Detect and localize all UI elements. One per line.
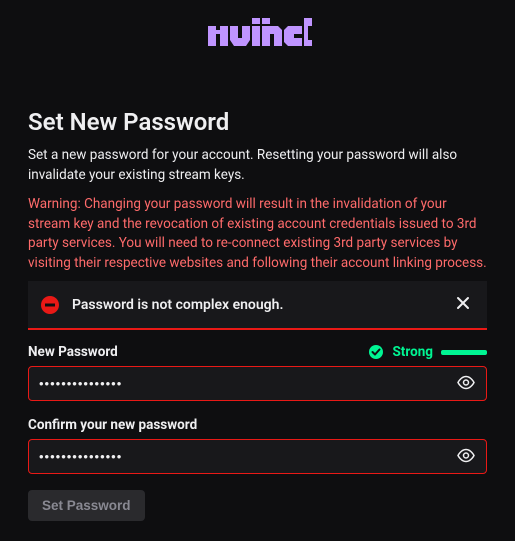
description-text: Set a new password for your account. Res… (28, 146, 487, 185)
eye-icon (457, 446, 475, 467)
close-icon (455, 295, 471, 314)
new-password-input[interactable] (28, 366, 487, 401)
toggle-confirm-password-visibility[interactable] (453, 442, 479, 471)
alert-message: Password is not complex enough. (72, 297, 451, 313)
password-strength: Strong (368, 344, 487, 360)
new-password-input-wrap (28, 366, 487, 401)
check-circle-icon (368, 344, 384, 360)
warning-text: Warning: Changing your password will res… (28, 195, 487, 273)
strength-bar (441, 350, 487, 355)
twitch-logo (202, 18, 314, 60)
close-alert-button[interactable] (451, 291, 475, 318)
error-icon (40, 295, 60, 315)
new-password-label-row: New Password Strong (28, 344, 487, 360)
error-alert: Password is not complex enough. (28, 281, 487, 330)
confirm-password-input-wrap (28, 439, 487, 474)
strength-label: Strong (392, 344, 433, 360)
set-password-button[interactable]: Set Password (28, 490, 145, 521)
toggle-new-password-visibility[interactable] (453, 369, 479, 398)
new-password-label: New Password (28, 344, 368, 360)
confirm-password-input[interactable] (28, 439, 487, 474)
page-title: Set New Password (28, 108, 487, 136)
confirm-password-label: Confirm your new password (28, 417, 487, 433)
confirm-password-label-row: Confirm your new password (28, 417, 487, 433)
form-container: Set New Password Set a new password for … (0, 88, 515, 541)
eye-icon (457, 373, 475, 394)
logo-container (0, 0, 515, 60)
